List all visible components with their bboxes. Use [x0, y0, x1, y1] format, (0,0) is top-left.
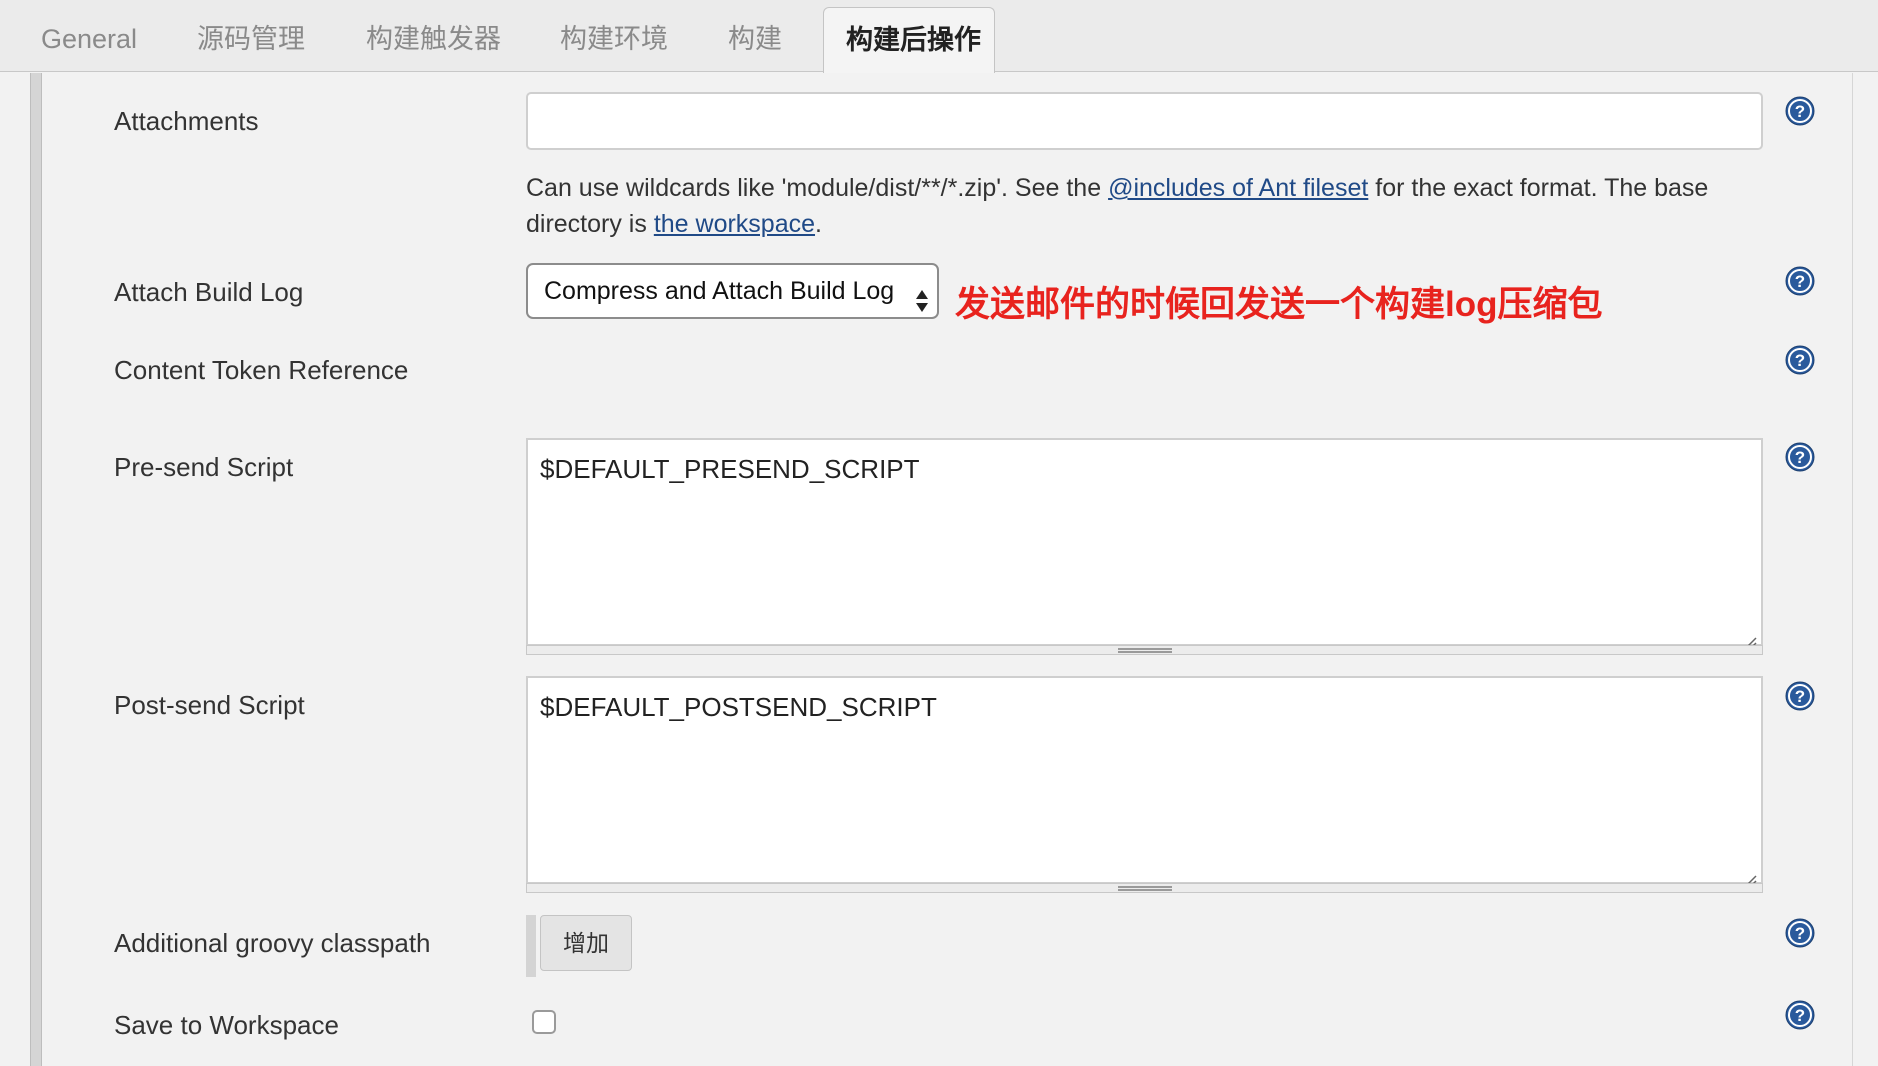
svg-text:?: ?	[1795, 687, 1805, 706]
attach-build-log-select[interactable]: Compress and Attach Build Log	[526, 263, 939, 319]
section-gutter	[30, 73, 42, 1066]
tab-build-environment[interactable]: 构建环境	[560, 0, 668, 72]
annotation-note: 发送邮件的时候回发送一个构建log压缩包	[955, 285, 1603, 324]
pre-send-label: Pre-send Script	[114, 452, 294, 482]
post-send-label: Post-send Script	[114, 690, 305, 720]
tab-bar: General 源码管理 构建触发器 构建环境 构建 构建后操作	[0, 0, 1878, 73]
grip-line	[1118, 889, 1172, 891]
ant-fileset-link[interactable]: @includes of Ant fileset	[1108, 174, 1368, 202]
workspace-link[interactable]: the workspace	[654, 210, 815, 238]
content-token-label: Content Token Reference	[114, 355, 409, 385]
save-to-workspace-checkbox[interactable]	[532, 1010, 556, 1034]
help-icon[interactable]: ?	[1785, 1000, 1815, 1030]
post-send-value: $DEFAULT_POSTSEND_SCRIPT	[540, 692, 937, 722]
scrollbar-track[interactable]	[1852, 73, 1878, 1066]
grip-line	[1118, 651, 1172, 653]
save-to-workspace-label: Save to Workspace	[114, 1010, 339, 1040]
pre-send-resize-bar[interactable]	[526, 645, 1763, 655]
help-icon[interactable]: ?	[1785, 96, 1815, 126]
tab-post-build-actions[interactable]: 构建后操作	[823, 7, 995, 73]
tab-build[interactable]: 构建	[728, 0, 782, 72]
tab-source-control[interactable]: 源码管理	[197, 0, 305, 72]
pre-send-value: $DEFAULT_PRESEND_SCRIPT	[540, 454, 920, 484]
tab-general[interactable]: General	[41, 0, 137, 72]
resize-handle-icon[interactable]	[1743, 864, 1757, 888]
groovy-classpath-label: Additional groovy classpath	[114, 928, 431, 958]
hint-text-3: .	[815, 210, 822, 238]
resize-handle-icon[interactable]	[1743, 626, 1757, 650]
post-send-textarea[interactable]: $DEFAULT_POSTSEND_SCRIPT	[526, 676, 1763, 888]
grip-line	[1118, 886, 1172, 888]
help-icon[interactable]: ?	[1785, 345, 1815, 375]
post-send-resize-bar[interactable]	[526, 883, 1763, 893]
svg-text:?: ?	[1795, 448, 1805, 467]
repeatable-bar	[526, 915, 536, 977]
hint-text-1: Can use wildcards like 'module/dist/**/*…	[526, 174, 1109, 202]
attachments-hint: Can use wildcards like 'module/dist/**/*…	[526, 170, 1766, 242]
svg-text:?: ?	[1795, 1006, 1805, 1025]
tab-build-triggers[interactable]: 构建触发器	[366, 0, 501, 72]
help-icon[interactable]: ?	[1785, 442, 1815, 472]
pre-send-textarea[interactable]: $DEFAULT_PRESEND_SCRIPT	[526, 438, 1763, 650]
svg-text:?: ?	[1795, 102, 1805, 121]
svg-text:?: ?	[1795, 351, 1805, 370]
help-icon[interactable]: ?	[1785, 681, 1815, 711]
svg-text:?: ?	[1795, 272, 1805, 291]
help-icon[interactable]: ?	[1785, 918, 1815, 948]
svg-text:?: ?	[1795, 924, 1805, 943]
attach-build-log-selected: Compress and Attach Build Log	[544, 277, 895, 305]
attachments-input[interactable]	[526, 92, 1763, 150]
attach-build-log-label: Attach Build Log	[114, 277, 304, 307]
select-arrows-icon	[915, 279, 929, 312]
grip-line	[1118, 648, 1172, 650]
attachments-label: Attachments	[114, 106, 259, 136]
help-icon[interactable]: ?	[1785, 266, 1815, 296]
add-classpath-button[interactable]: 增加	[540, 915, 632, 971]
